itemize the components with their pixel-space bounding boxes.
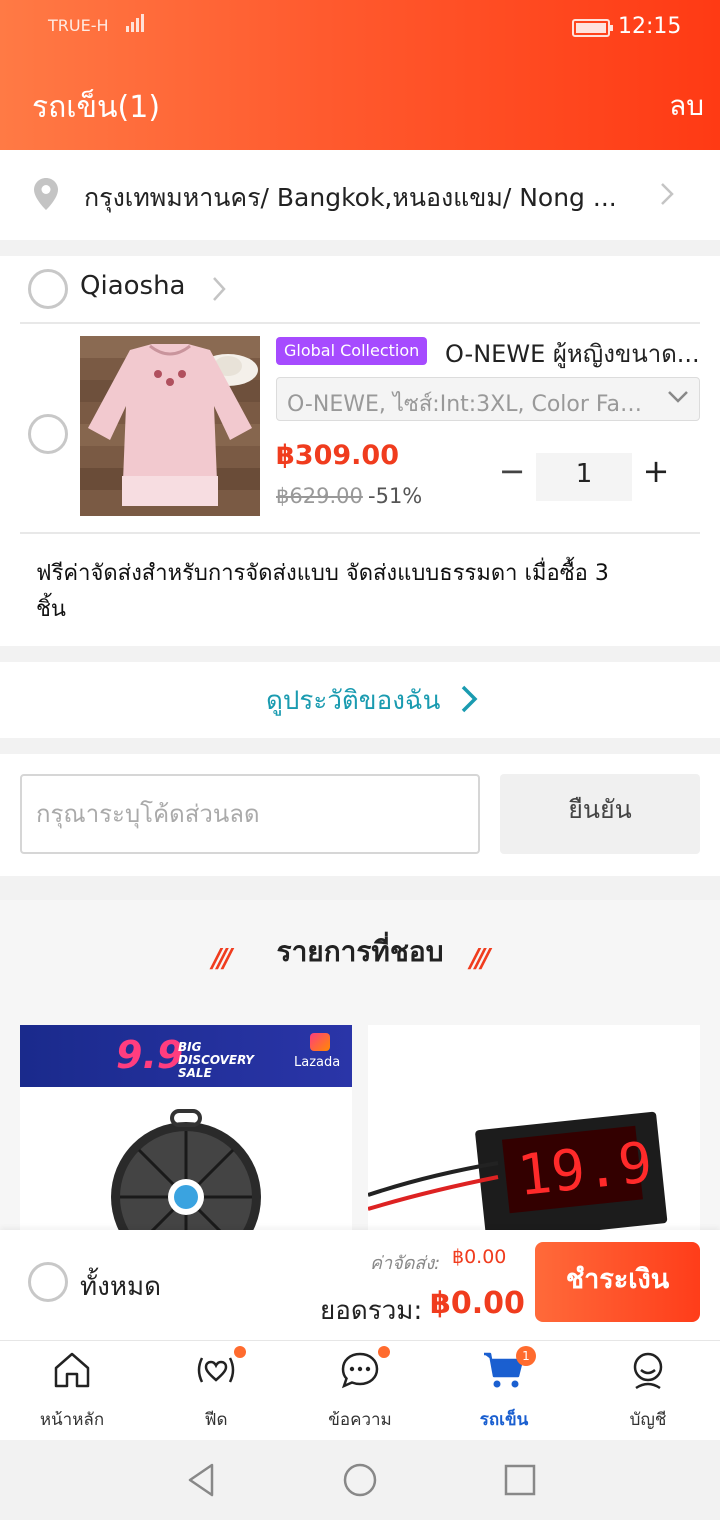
recents-icon[interactable] — [504, 1464, 536, 1496]
fan-product-image — [111, 1109, 261, 1230]
tab-cart[interactable]: 1 รถเข็น — [432, 1346, 576, 1436]
quantity-decrease-button[interactable]: − — [496, 455, 528, 488]
item-select-radio[interactable] — [28, 414, 68, 454]
tab-account[interactable]: บัญชี — [576, 1346, 720, 1436]
original-price: ฿629.00 — [276, 484, 363, 508]
chevron-right-icon — [461, 685, 478, 713]
total-value: ฿0.00 — [430, 1286, 525, 1321]
recommended-product-card[interactable]: 19.9 — [368, 1025, 700, 1230]
product-image[interactable] — [80, 336, 260, 516]
view-history-link[interactable]: ดูประวัติของฉัน — [266, 680, 440, 721]
total-label: ยอดรวม: — [320, 1296, 423, 1326]
variant-selector[interactable]: O-NEWE, ไซส์:Int:3XL, Color Famil... — [276, 377, 700, 421]
variant-text: O-NEWE, ไซส์:Int:3XL, Color Famil... — [287, 392, 652, 417]
app-header: TRUE-H 12:15 รถเข็น(1) ลบ — [0, 0, 720, 150]
chevron-down-icon — [668, 391, 688, 403]
global-collection-badge: Global Collection — [276, 337, 428, 365]
carrier-name: TRUE-H — [48, 16, 109, 35]
quantity-increase-button[interactable]: + — [640, 455, 672, 488]
notification-dot — [234, 1346, 246, 1358]
product-price: ฿309.00 — [276, 440, 399, 471]
battery-icon — [572, 19, 613, 37]
home-icon — [54, 1352, 90, 1388]
account-icon — [633, 1352, 663, 1390]
quantity-value[interactable]: 1 — [536, 453, 632, 501]
back-icon[interactable] — [186, 1462, 216, 1498]
message-icon — [341, 1352, 379, 1389]
select-all-radio[interactable] — [28, 1262, 68, 1302]
tab-feed[interactable]: ฟีด — [144, 1346, 288, 1436]
tab-label: บัญชี — [629, 1410, 667, 1430]
divider — [20, 532, 700, 534]
decor-slashes: /// — [470, 944, 490, 974]
brand-label: Lazada — [294, 1055, 341, 1070]
signal-icon — [126, 14, 144, 32]
shop-name[interactable]: Qiaosha — [80, 271, 186, 301]
chevron-right-icon — [213, 277, 226, 301]
system-navigation-bar — [0, 1440, 720, 1520]
voltmeter-product-image: 19.9 — [368, 1025, 700, 1230]
banner-number: 9.9 — [116, 1033, 184, 1077]
shop-select-radio[interactable] — [28, 269, 68, 309]
voucher-confirm-button[interactable]: ยืนยัน — [500, 774, 700, 854]
free-shipping-note: ฟรีค่าจัดส่งสำหรับการจัดส่งแบบ จัดส่งแบบ… — [36, 561, 609, 622]
tab-home[interactable]: หน้าหลัก — [0, 1346, 144, 1436]
divider — [20, 322, 700, 324]
feed-icon — [197, 1357, 235, 1383]
select-all-label[interactable]: ทั้งหมด — [80, 1266, 161, 1307]
chevron-right-icon — [661, 183, 674, 205]
tab-messages[interactable]: ข้อความ — [288, 1346, 432, 1436]
tab-label: ฟีด — [204, 1410, 228, 1430]
location-pin-icon — [34, 178, 58, 210]
lazada-logo-icon — [310, 1033, 330, 1051]
checkout-button[interactable]: ชำระเงิน — [535, 1242, 700, 1322]
recommended-product-card[interactable]: 9.9 BIG DISCOVERY SALE Lazada — [20, 1025, 352, 1230]
product-title[interactable]: O-NEWE ผู้หญิงขนาด... — [445, 334, 700, 373]
tab-label: หน้าหลัก — [39, 1410, 105, 1430]
notification-dot — [378, 1346, 390, 1358]
discount-percent: -51% — [368, 484, 423, 508]
tab-label: ข้อความ — [328, 1410, 392, 1430]
cart-count-badge: 1 — [516, 1346, 536, 1366]
voucher-code-input[interactable] — [20, 774, 480, 854]
address-text: กรุงเทพมหานคร/ Bangkok,หนองแขม/ Nong ... — [84, 183, 617, 212]
shipping-fee-label: ค่าจัดส่ง: — [370, 1253, 441, 1274]
tab-label: รถเข็น — [479, 1410, 529, 1430]
delete-button[interactable]: ลบ — [669, 84, 704, 128]
home-circle-icon[interactable] — [342, 1462, 378, 1498]
status-time: 12:15 — [618, 14, 682, 39]
wishlist-title: รายการที่ชอบ — [276, 935, 444, 968]
shipping-fee-value: ฿0.00 — [452, 1246, 507, 1268]
banner-text: BIG DISCOVERY SALE — [178, 1040, 254, 1080]
sale-banner: 9.9 BIG DISCOVERY SALE Lazada — [20, 1025, 352, 1087]
page-title: รถเข็น(1) — [32, 90, 161, 125]
